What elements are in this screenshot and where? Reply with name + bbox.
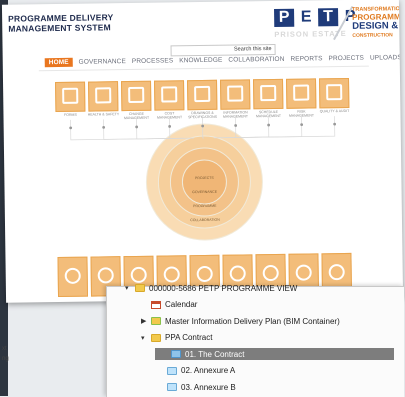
calendar-icon <box>151 300 161 309</box>
building-icon <box>64 267 81 284</box>
document-icon <box>167 383 177 391</box>
calendar-icon <box>260 84 277 102</box>
tree-item[interactable]: ▾ 000000-5686 PETP PROGRAMME VIEW <box>125 282 297 294</box>
document-icon <box>167 366 177 375</box>
tile-label: DRAWINGS & SPECIFICATIONS <box>188 110 218 120</box>
tree-item-label: 01. The Contract <box>185 349 245 359</box>
connector-line <box>70 119 164 141</box>
tile-label: INFORMATION MANAGEMENT <box>222 110 249 119</box>
folder-icon <box>135 284 145 292</box>
warning-icon <box>95 87 112 104</box>
tree-item[interactable]: Calendar <box>141 299 197 311</box>
tree-item[interactable]: 01. The Contract <box>155 348 394 360</box>
tree-item-label: Master Information Delivery Plan (BIM Co… <box>165 316 340 326</box>
leaf-icon <box>97 267 114 284</box>
arrows-icon <box>128 86 145 104</box>
diagram-tile[interactable] <box>88 81 119 112</box>
connector-dot <box>135 125 139 129</box>
network-icon <box>295 264 312 281</box>
tree-item-label: 03. Annexure B <box>181 382 236 392</box>
tree-item[interactable]: ▾ PPA Contract <box>141 332 212 344</box>
webpage-screenshot: PROGRAMME DELIVERY MANAGEMENT SYSTEM P E… <box>1 0 404 303</box>
diagram-tile[interactable] <box>286 78 317 109</box>
tile-label: HEALTH & SAFETY <box>87 112 120 117</box>
document-icon <box>62 87 79 104</box>
diagram-tile[interactable] <box>253 78 284 110</box>
connector-line <box>103 119 174 140</box>
drawing-icon <box>194 85 211 103</box>
connector-dot <box>333 122 337 126</box>
handshake-icon <box>262 264 279 282</box>
people-icon <box>163 266 180 283</box>
document-icon <box>171 350 181 358</box>
ring-label: COLLABORATION <box>190 217 220 223</box>
diagram-tile[interactable] <box>154 80 185 111</box>
ring-label: PROJECTS <box>195 175 214 181</box>
connector-dot <box>267 123 271 127</box>
tree-item[interactable]: 03. Annexure B <box>157 381 236 393</box>
ring-label: GOVERNANCE <box>192 189 218 195</box>
coins-icon <box>161 86 178 103</box>
diagram-ring <box>181 159 227 205</box>
tree-item[interactable]: ▶ Master Information Delivery Plan (BIM C… <box>141 315 340 327</box>
chevron-right-icon[interactable]: ▶ <box>141 317 149 325</box>
connector-dot <box>234 124 238 127</box>
document-icon <box>328 264 345 281</box>
tree-item-label: PPA Contract <box>165 333 213 342</box>
connector-line <box>233 116 303 138</box>
folder-icon <box>151 317 161 325</box>
background-text: xt <box>2 346 7 352</box>
chart-icon <box>293 84 310 101</box>
tree-item-label: 000000-5686 PETP PROGRAMME VIEW <box>149 283 298 293</box>
connector-dot <box>69 126 73 130</box>
diagram-tile[interactable] <box>57 256 89 298</box>
tree-item[interactable]: 02. Annexure A <box>157 365 235 377</box>
monitor-icon <box>227 85 244 102</box>
tile-label: COST MANAGEMENT <box>156 111 183 120</box>
tile-label: CHANGE MANAGEMENT <box>123 111 150 121</box>
connector-dot <box>102 125 106 129</box>
tree-item-label: 02. Annexure A <box>181 366 236 375</box>
background-text: ng <box>2 356 9 362</box>
connector-dot <box>300 123 304 127</box>
tile-label: RISK MANAGEMENT <box>288 109 315 118</box>
tile-label: SCHEDULE MANAGEMENT <box>255 109 282 119</box>
clipboard-icon <box>326 84 343 101</box>
file-tree-panel: ▾ 000000-5686 PETP PROGRAMME VIEW Calendar… <box>106 284 404 397</box>
chevron-down-icon[interactable]: ▾ <box>125 284 133 292</box>
medical-icon <box>196 265 213 283</box>
connector-line <box>243 116 336 138</box>
tile-label: FORMS <box>64 112 77 117</box>
diagram-tile[interactable] <box>220 79 251 110</box>
diagram-tile[interactable] <box>187 79 218 111</box>
chevron-down-icon[interactable]: ▾ <box>141 334 149 342</box>
ring-label: PROGRAMME <box>193 203 217 209</box>
tree-item-label: Calendar <box>165 300 198 309</box>
tile-label: QUALITY & AUDIT <box>319 108 350 114</box>
diagram-tile[interactable] <box>55 81 86 113</box>
cube-icon <box>229 265 246 282</box>
diagram-tile[interactable] <box>318 77 350 109</box>
connector-dot <box>168 125 172 128</box>
parachute-icon <box>130 266 147 284</box>
diagram-tile[interactable] <box>121 80 152 112</box>
folder-icon <box>151 333 161 342</box>
